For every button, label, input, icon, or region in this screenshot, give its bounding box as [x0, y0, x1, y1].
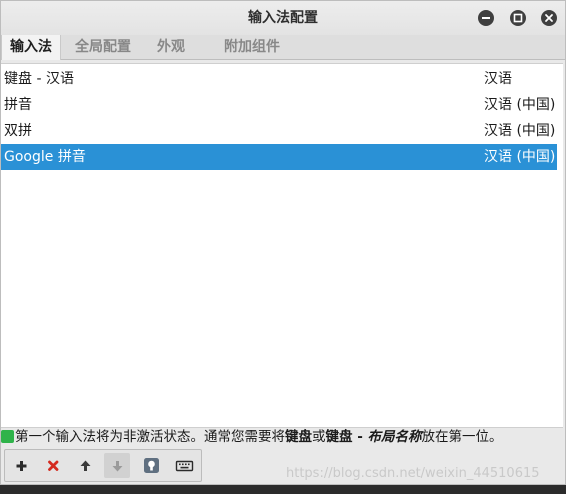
keyboard-layout-button[interactable] — [171, 453, 197, 478]
tab-global-config[interactable]: 全局配置 — [69, 35, 137, 59]
close-icon — [545, 14, 553, 22]
maximize-button[interactable] — [510, 10, 526, 26]
list-item[interactable]: 拼音 汉语 (中国) — [1, 92, 557, 118]
input-method-language: 汉语 (中国) — [484, 149, 556, 165]
input-method-language: 汉语 — [484, 71, 512, 87]
add-icon — [16, 461, 27, 471]
tab-appearance[interactable]: 外观 — [149, 35, 193, 59]
list-item[interactable]: 双拼 汉语 (中国) — [1, 118, 557, 144]
hint-part: 或 — [312, 429, 326, 445]
configure-icon — [144, 458, 159, 473]
minimize-button[interactable] — [478, 10, 494, 26]
star-icon — [1, 430, 14, 443]
maximize-icon — [513, 13, 523, 23]
move-up-icon — [80, 460, 91, 471]
list-item[interactable]: 键盘 - 汉语 汉语 — [1, 66, 557, 92]
tab-input-method[interactable]: 输入法 — [1, 35, 61, 60]
list-toolbar — [4, 449, 202, 482]
input-method-name: 双拼 — [4, 123, 32, 139]
watermark: https://blog.csdn.net/weixin_44510615 — [286, 466, 540, 481]
hint-part: 放在第一位。 — [421, 429, 503, 445]
close-button[interactable] — [541, 10, 557, 26]
input-method-config-window: 输入法配置 输入法 全局配置 外观 附加组件 键盘 - 汉语 汉语 拼音 汉语 … — [0, 0, 566, 485]
input-method-name: 拼音 — [4, 97, 32, 113]
remove-button[interactable] — [40, 453, 66, 478]
keyboard-layout-icon — [175, 460, 194, 472]
hint-keyword: 键盘 — [285, 429, 312, 445]
tab-addons[interactable]: 附加组件 — [204, 35, 300, 59]
remove-icon — [48, 460, 59, 471]
hint-keyword-italic: 布局名称 — [367, 429, 422, 445]
list-item-selected[interactable]: Google 拼音 汉语 (中国) — [1, 144, 557, 170]
move-up-button[interactable] — [72, 453, 98, 478]
background-terminal — [0, 485, 566, 494]
hint-text: 第一个输入法将为非激活状态。通常您需要将键盘或键盘 - 布局名称放在第一位。 — [1, 427, 565, 447]
title-bar[interactable]: 输入法配置 — [1, 1, 565, 35]
hint-part: 第一个输入法将为非激活状态。通常您需要将 — [15, 429, 285, 445]
move-down-icon — [112, 461, 123, 472]
input-method-language: 汉语 (中国) — [484, 123, 556, 139]
configure-button[interactable] — [138, 453, 164, 478]
hint-keyword: 键盘 - — [325, 429, 368, 445]
input-method-name: 键盘 - 汉语 — [4, 71, 74, 87]
input-method-language: 汉语 (中国) — [484, 97, 556, 113]
move-down-button[interactable] — [104, 453, 130, 478]
input-method-list[interactable]: 键盘 - 汉语 汉语 拼音 汉语 (中国) 双拼 汉语 (中国) Google … — [1, 63, 563, 428]
tab-bar: 输入法 全局配置 外观 附加组件 — [1, 35, 565, 60]
add-button[interactable] — [8, 453, 34, 478]
input-method-name: Google 拼音 — [4, 149, 86, 165]
minimize-icon — [482, 17, 490, 19]
